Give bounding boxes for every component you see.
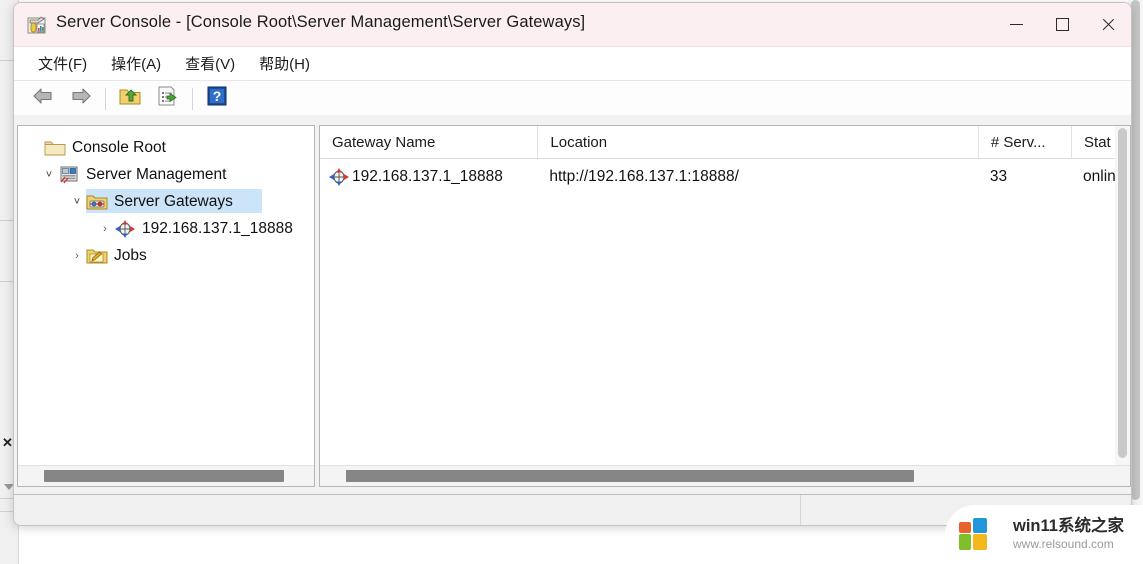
export-list-button[interactable] — [149, 84, 187, 114]
minimize-button[interactable] — [993, 3, 1039, 46]
mmc-console-icon — [24, 12, 50, 38]
gateway-folder-icon — [86, 192, 108, 212]
content-area: Console Root ˅ Server Management ˅ Serve… — [14, 115, 1131, 495]
gateway-node-icon — [328, 167, 350, 187]
watermark-text: win11系统之家 www.relsound.com — [1013, 517, 1124, 553]
toolbar-separator-2 — [192, 87, 193, 110]
column-location[interactable]: Location — [537, 126, 977, 158]
server-management-icon — [58, 165, 80, 185]
tree-node-label: Jobs — [114, 246, 147, 264]
window-title: Server Console - [Console Root\Server Ma… — [56, 13, 586, 31]
tree-node-server-gateways[interactable]: ˅ Server Gateways — [18, 188, 314, 215]
toolbar-separator — [105, 87, 106, 110]
gateway-node-icon — [114, 219, 136, 239]
list-horizontal-scrollbar[interactable] — [320, 465, 1130, 486]
menu-action[interactable]: 操作(A) — [99, 50, 173, 77]
console-tree: Console Root ˅ Server Management ˅ Serve… — [18, 134, 314, 269]
tree-node-console-root[interactable]: Console Root — [18, 134, 314, 161]
maximize-button[interactable] — [1039, 3, 1085, 46]
up-one-level-button[interactable] — [111, 84, 149, 114]
tree-node-gateway-instance[interactable]: › 192.168.137.1_18888 — [18, 215, 314, 242]
list-vscrollbar-thumb[interactable] — [1118, 128, 1127, 458]
toolbar: ? — [14, 81, 1131, 117]
tree-node-label: Server Gateways — [114, 192, 233, 210]
background-close-icon[interactable]: ✕ — [2, 436, 13, 449]
chevron-down-icon[interactable]: ˅ — [40, 169, 58, 181]
list-header: Gateway Name Location # Serv... Stat — [320, 126, 1130, 159]
list-pane: Gateway Name Location # Serv... Stat 192… — [319, 125, 1131, 487]
chevron-right-icon[interactable]: › — [96, 223, 114, 235]
watermark: win11系统之家 www.relsound.com — [945, 505, 1143, 564]
jobs-folder-icon — [86, 246, 108, 266]
watermark-title: win11系统之家 — [1013, 516, 1124, 535]
forward-button[interactable] — [62, 84, 100, 114]
background-scrollbar-thumb[interactable] — [1131, 0, 1140, 500]
window-controls — [993, 3, 1131, 46]
menu-view[interactable]: 查看(V) — [173, 50, 247, 77]
minimize-icon — [1009, 24, 1023, 25]
tree-node-jobs[interactable]: › Jobs — [18, 242, 314, 269]
up-folder-icon — [118, 85, 142, 112]
column-gateway-name[interactable]: Gateway Name — [320, 126, 537, 158]
tree-scrollbar-thumb[interactable] — [44, 470, 284, 482]
chevron-right-icon[interactable]: › — [68, 250, 86, 262]
win11-logo-icon — [959, 516, 1005, 554]
screen: ✕ Server Console - [Console Root\Server — [0, 0, 1143, 564]
back-button[interactable] — [24, 84, 62, 114]
tree-pane: Console Root ˅ Server Management ˅ Serve… — [17, 125, 315, 487]
list-vertical-scrollbar[interactable] — [1115, 126, 1130, 486]
list-scrollbar-thumb[interactable] — [346, 470, 914, 482]
menu-bar: 文件(F) 操作(A) 查看(V) 帮助(H) — [14, 47, 1131, 81]
status-left — [14, 495, 800, 525]
folder-icon — [44, 138, 66, 158]
watermark-url: www.relsound.com — [1013, 536, 1114, 551]
menu-file[interactable]: 文件(F) — [26, 50, 99, 77]
cell-location: http://192.168.137.1:18888/ — [549, 168, 739, 185]
title-bar[interactable]: Server Console - [Console Root\Server Ma… — [14, 3, 1131, 47]
cell-server-count: 33 — [989, 168, 1008, 185]
tree-node-server-management[interactable]: ˅ Server Management — [18, 161, 314, 188]
tree-horizontal-scrollbar[interactable] — [18, 465, 314, 486]
tree-node-label: Console Root — [72, 138, 166, 156]
close-button[interactable] — [1085, 3, 1131, 46]
export-list-icon — [156, 85, 180, 112]
back-arrow-icon — [31, 86, 55, 111]
chevron-down-icon[interactable]: ˅ — [68, 196, 86, 208]
column-server-count[interactable]: # Serv... — [977, 126, 1071, 158]
tree-node-label: 192.168.137.1_18888 — [142, 219, 293, 237]
close-icon — [1101, 18, 1115, 32]
help-button[interactable]: ? — [198, 84, 236, 114]
menu-help[interactable]: 帮助(H) — [247, 50, 322, 77]
table-row[interactable]: 192.168.137.1_18888 http://192.168.137.1… — [320, 162, 1130, 192]
server-console-window: Server Console - [Console Root\Server Ma… — [13, 2, 1132, 526]
gateway-name-text: 192.168.137.1_18888 — [352, 168, 503, 185]
tree-node-label: Server Management — [86, 165, 227, 183]
help-icon: ? — [206, 85, 228, 112]
maximize-icon — [1055, 18, 1069, 31]
cell-gateway-name: 192.168.137.1_18888 — [320, 162, 537, 192]
forward-arrow-icon — [69, 86, 93, 111]
svg-text:?: ? — [213, 88, 222, 104]
